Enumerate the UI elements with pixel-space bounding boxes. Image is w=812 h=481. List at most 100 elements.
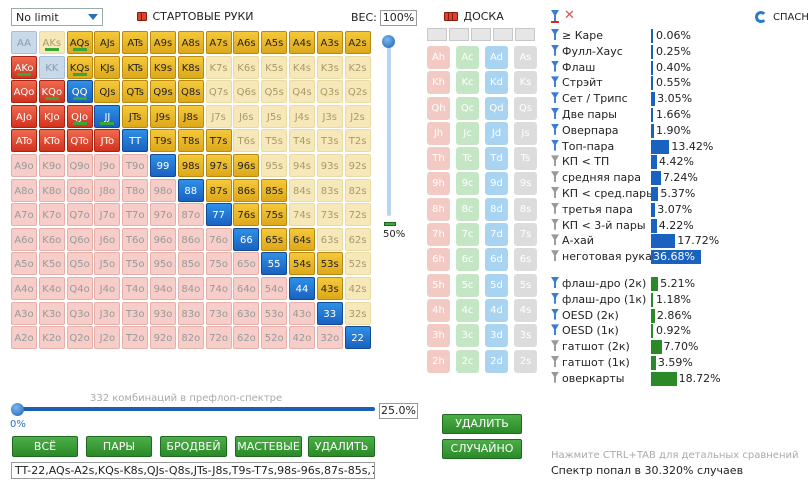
hand-cell[interactable]: T6o	[122, 227, 149, 251]
hand-cell[interactable]: AJs	[94, 31, 121, 54]
deck-card[interactable]: Ts	[514, 147, 537, 171]
hand-cell[interactable]: 72o	[205, 326, 232, 350]
hand-cell[interactable]: K3s	[316, 55, 343, 79]
deck-card[interactable]: 6s	[514, 248, 537, 272]
game-type-select[interactable]: No limit	[11, 8, 103, 26]
hand-cell[interactable]: K9o	[38, 153, 65, 177]
hand-cell[interactable]: 33	[316, 301, 343, 325]
hand-cell[interactable]: Q4s	[288, 80, 315, 104]
deck-card[interactable]: Ad	[485, 46, 508, 69]
hand-cell[interactable]: J5s	[261, 104, 288, 128]
weight-input[interactable]: 100%	[380, 10, 417, 26]
hand-cell[interactable]: Q2o	[66, 326, 93, 350]
stat-row[interactable]: флаш-дро (1к)	[551, 292, 646, 308]
hand-cell[interactable]: 95s	[261, 153, 288, 177]
hand-cell[interactable]: 62o	[233, 326, 260, 350]
deck-card[interactable]: 8d	[485, 197, 508, 221]
deck-card[interactable]: Ah	[427, 46, 450, 69]
hand-cell[interactable]: 84s	[288, 178, 315, 202]
hand-cell[interactable]: KTs	[122, 55, 149, 79]
hand-cell[interactable]: K8s	[177, 55, 204, 79]
hand-cell[interactable]: 97s	[205, 153, 232, 177]
hand-cell[interactable]: KQo	[38, 80, 65, 104]
deck-card[interactable]: Th	[427, 147, 450, 171]
hand-cell[interactable]: K4s	[288, 55, 315, 79]
hand-cell[interactable]: Q6o	[66, 227, 93, 251]
stat-row[interactable]: OESD (2к)	[551, 308, 619, 324]
hand-cell[interactable]: 55	[261, 252, 288, 276]
hand-cell[interactable]: 92s	[344, 153, 371, 177]
hand-cell[interactable]: 63o	[233, 301, 260, 325]
hand-cell[interactable]: T5s	[261, 129, 288, 153]
hand-cell[interactable]: 32s	[344, 301, 371, 325]
hand-cell[interactable]: 64o	[233, 276, 260, 300]
stat-row[interactable]: оверкарты	[551, 371, 624, 387]
hand-cell[interactable]: A6s	[233, 31, 260, 54]
deck-card[interactable]: 2s	[514, 349, 537, 373]
clear-filter-icon[interactable]: ✕	[564, 8, 575, 23]
hand-cell[interactable]: 87o	[177, 203, 204, 227]
hand-cell[interactable]: Q8o	[66, 178, 93, 202]
hand-cell[interactable]: 22	[344, 326, 371, 350]
filter-icon[interactable]	[551, 76, 559, 88]
board-delete-button[interactable]: УДАЛИТЬ	[442, 414, 522, 434]
hand-cell[interactable]: QJs	[94, 80, 121, 104]
hand-cell[interactable]: T8o	[122, 178, 149, 202]
deck-card[interactable]: Jd	[485, 121, 508, 145]
board-random-button[interactable]: СЛУЧАЙНО	[442, 439, 522, 459]
deck-card[interactable]: Qh	[427, 96, 450, 120]
hand-cell[interactable]: 54s	[288, 252, 315, 276]
hand-cell[interactable]: 83o	[177, 301, 204, 325]
hand-cell[interactable]: AJo	[11, 104, 37, 128]
hand-cell[interactable]: T5o	[122, 252, 149, 276]
hand-cell[interactable]: 86s	[233, 178, 260, 202]
hand-cell[interactable]: AKo	[11, 55, 37, 79]
deck-card[interactable]: 8s	[514, 197, 537, 221]
hand-cell[interactable]: A2o	[11, 326, 37, 350]
deck-card[interactable]: 8h	[427, 197, 450, 221]
filter-icon[interactable]	[551, 44, 559, 56]
filter-icon[interactable]	[551, 277, 559, 288]
deck-card[interactable]: 7h	[427, 223, 450, 247]
hand-cell[interactable]: T6s	[233, 129, 260, 153]
hand-cell[interactable]: K5o	[38, 252, 65, 276]
filter-icon[interactable]	[551, 171, 559, 183]
board-slot[interactable]	[515, 28, 535, 41]
filter-icon[interactable]	[551, 340, 559, 352]
deck-card[interactable]: 2h	[427, 349, 450, 373]
hand-cell[interactable]: 62s	[344, 227, 371, 251]
all-button[interactable]: ВСЁ	[12, 436, 78, 457]
hand-cell[interactable]: 98o	[149, 178, 176, 202]
hand-cell[interactable]: J7o	[94, 203, 121, 227]
hand-cell[interactable]: A5s	[261, 31, 288, 54]
filter-icon[interactable]	[551, 60, 559, 72]
deck-card[interactable]: 3s	[514, 324, 537, 348]
hand-cell[interactable]: 53s	[316, 252, 343, 276]
hand-cell[interactable]: K6s	[233, 55, 260, 79]
hand-cell[interactable]: Q5s	[261, 80, 288, 104]
stat-row[interactable]: Фулл-Хаус	[551, 44, 623, 60]
hand-cell[interactable]: T4s	[288, 129, 315, 153]
hand-cell[interactable]: AA	[11, 31, 37, 54]
filter-icon[interactable]	[551, 371, 559, 383]
deck-card[interactable]: 6d	[485, 248, 508, 272]
hand-cell[interactable]: JJ	[94, 104, 121, 128]
hand-cell[interactable]: 82s	[344, 178, 371, 202]
hand-cell[interactable]: Q9s	[149, 80, 176, 104]
hand-cell[interactable]: 42o	[288, 326, 315, 350]
hand-cell[interactable]: K8o	[38, 178, 65, 202]
hand-cell[interactable]: A9o	[11, 153, 37, 177]
hand-cell[interactable]: A6o	[11, 227, 37, 251]
suited-button[interactable]: МАСТЕВЫЕ	[235, 436, 302, 457]
stat-row[interactable]: Флаш	[551, 60, 595, 76]
hand-cell[interactable]: KK	[38, 55, 65, 79]
hand-cell[interactable]: ATo	[11, 129, 37, 153]
hand-cell[interactable]: 96s	[233, 153, 260, 177]
filter-icon[interactable]	[551, 292, 559, 304]
weight-slider-thumb[interactable]	[382, 35, 395, 48]
stat-row[interactable]: неготовая рука	[551, 249, 652, 265]
hand-cell[interactable]: 74o	[205, 276, 232, 300]
deck-card[interactable]: Qs	[514, 96, 537, 120]
hand-cell[interactable]: JTs	[122, 104, 149, 128]
hand-cell[interactable]: J6s	[233, 104, 260, 128]
